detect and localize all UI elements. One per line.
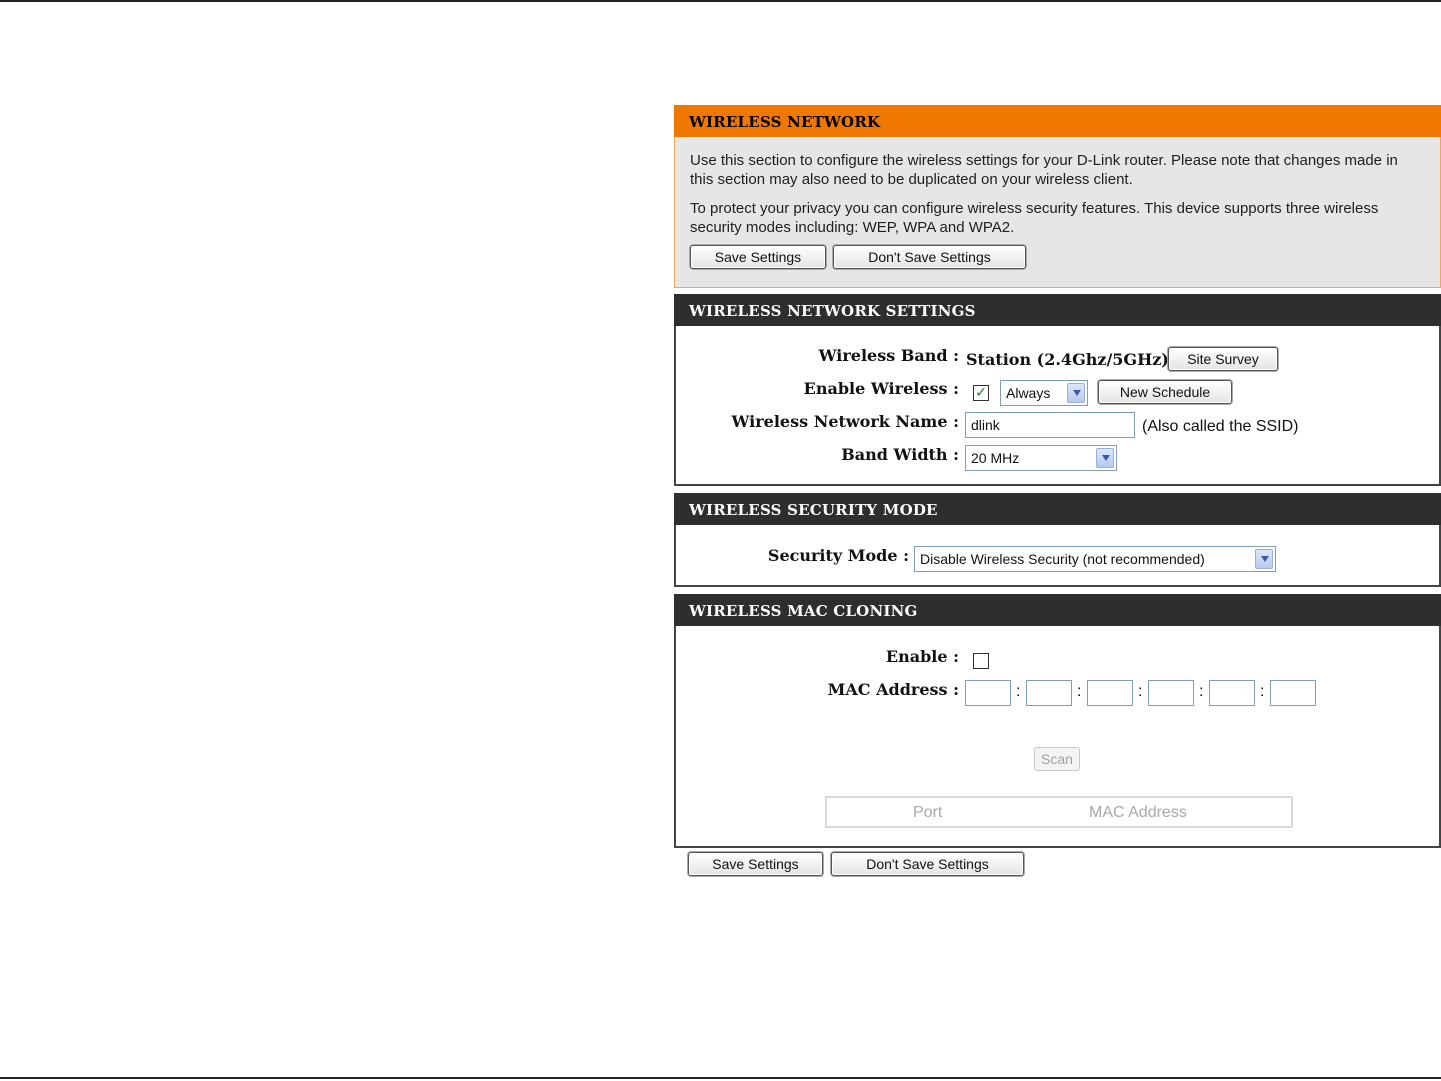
- footer-dont-save-settings-button[interactable]: Don't Save Settings: [831, 852, 1024, 876]
- mac-separator: :: [1199, 683, 1204, 700]
- wireless-mac-cloning-title: WIRELESS MAC CLONING: [674, 594, 1441, 626]
- footer-save-settings-button[interactable]: Save Settings: [688, 852, 823, 876]
- table-header-mac-address: MAC Address: [1089, 804, 1187, 821]
- mac-separator: :: [1016, 683, 1021, 700]
- wireless-mac-cloning-panel: WIRELESS MAC CLONING Enable : MAC Addres…: [674, 594, 1441, 848]
- mac-cloning-enable-checkbox[interactable]: [973, 653, 989, 669]
- intro-paragraph-security: To protect your privacy you can configur…: [690, 200, 1379, 236]
- band-width-label: Band Width :: [841, 445, 959, 464]
- wireless-network-settings-panel: WIRELESS NETWORK SETTINGS Wireless Band …: [674, 294, 1441, 486]
- top-rule: [0, 0, 1441, 2]
- wireless-security-mode-title: WIRELESS SECURITY MODE: [674, 493, 1441, 525]
- mac-cloning-enable-label: Enable :: [885, 647, 959, 666]
- wireless-band-label: Wireless Band :: [818, 346, 959, 365]
- wireless-network-name-input[interactable]: dlink: [965, 412, 1135, 438]
- mac-separator: :: [1260, 683, 1265, 700]
- security-mode-select[interactable]: Disable Wireless Security (not recommend…: [914, 546, 1276, 572]
- mac-octet-3-input[interactable]: [1087, 680, 1133, 706]
- mac-octet-2-input[interactable]: [1026, 680, 1072, 706]
- wireless-network-settings-title: WIRELESS NETWORK SETTINGS: [674, 294, 1441, 326]
- band-width-select-value: 20 MHz: [971, 450, 1020, 466]
- mac-octet-4-input[interactable]: [1148, 680, 1194, 706]
- wireless-band-value: Station (2.4Ghz/5GHz): [966, 350, 1169, 369]
- chevron-down-icon: [1096, 448, 1114, 468]
- wireless-network-panel: WIRELESS NETWORK Use this section to con…: [674, 105, 1441, 288]
- chevron-down-icon: [1255, 549, 1273, 569]
- enable-wireless-checkbox[interactable]: ✓: [973, 385, 989, 401]
- dont-save-settings-button[interactable]: Don't Save Settings: [833, 245, 1026, 269]
- checkmark-icon: ✓: [975, 385, 987, 401]
- mac-separator: :: [1077, 683, 1082, 700]
- ssid-note: (Also called the SSID): [1142, 418, 1299, 435]
- schedule-select-value: Always: [1006, 385, 1051, 401]
- mac-octet-5-input[interactable]: [1209, 680, 1255, 706]
- security-mode-select-value: Disable Wireless Security (not recommend…: [920, 551, 1205, 567]
- schedule-select[interactable]: Always: [1000, 380, 1088, 406]
- wireless-network-title: WIRELESS NETWORK: [674, 105, 1441, 137]
- mac-octet-1-input[interactable]: [965, 680, 1011, 706]
- save-settings-button[interactable]: Save Settings: [690, 245, 826, 269]
- bottom-rule: [0, 1077, 1441, 1079]
- security-mode-label: Security Mode :: [767, 546, 909, 565]
- mac-separator: :: [1138, 683, 1143, 700]
- band-width-select[interactable]: 20 MHz: [965, 445, 1117, 471]
- mac-address-label: MAC Address :: [827, 680, 959, 699]
- site-survey-button[interactable]: Site Survey: [1168, 347, 1278, 371]
- scan-button[interactable]: Scan: [1034, 747, 1080, 771]
- mac-octet-6-input[interactable]: [1270, 680, 1316, 706]
- table-header-port: Port: [913, 804, 943, 821]
- mac-client-table: Port MAC Address: [825, 796, 1293, 828]
- intro-paragraph-config: Use this section to configure the wirele…: [690, 152, 1398, 188]
- wireless-security-mode-panel: WIRELESS SECURITY MODE Security Mode : D…: [674, 493, 1441, 587]
- enable-wireless-label: Enable Wireless :: [803, 379, 959, 398]
- chevron-down-icon: [1067, 383, 1085, 403]
- new-schedule-button[interactable]: New Schedule: [1098, 380, 1232, 404]
- wireless-network-name-label: Wireless Network Name :: [731, 412, 959, 431]
